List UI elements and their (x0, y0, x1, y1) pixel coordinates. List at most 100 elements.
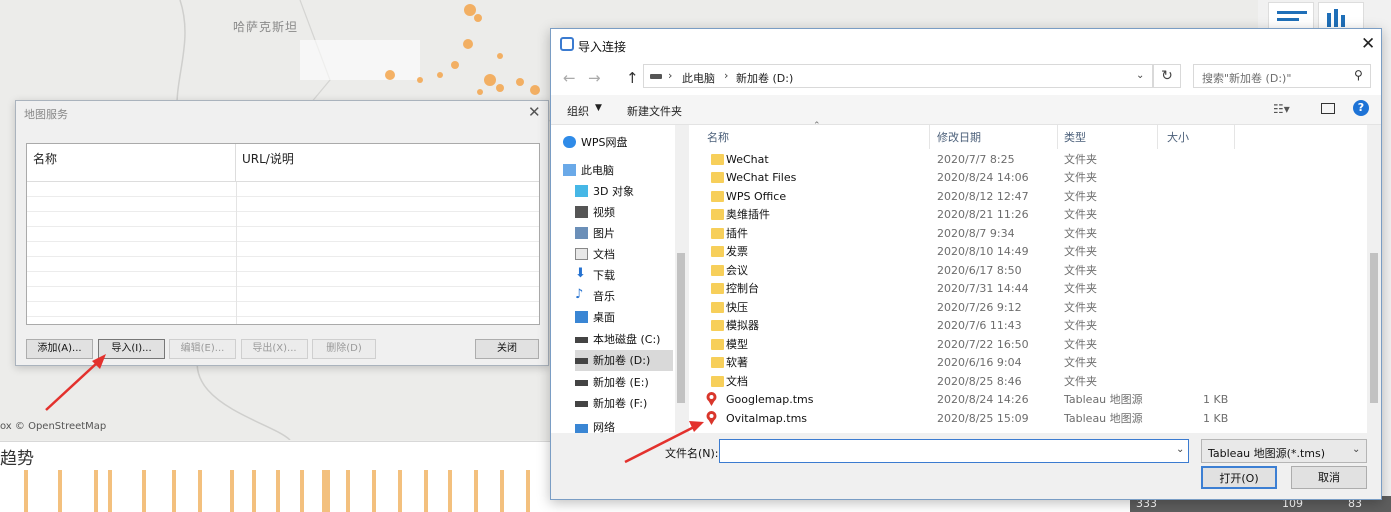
folder-icon (711, 191, 724, 202)
nav-item-documents[interactable]: 文档 (575, 244, 685, 265)
add-button[interactable]: 添加(A)... (26, 339, 93, 359)
nav-item-drive-d[interactable]: 新加卷 (D:) (575, 350, 673, 371)
table-row (27, 272, 539, 287)
column-header-url[interactable]: URL/说明 (236, 144, 539, 182)
map-services-table[interactable]: 名称 URL/说明 (26, 143, 540, 325)
file-date: 2020/8/10 14:49 (937, 245, 1029, 258)
file-type-value: Tableau 地图源(*.tms) (1208, 447, 1325, 460)
file-row[interactable]: Googlemap.tms 2020/8/24 14:26 Tableau 地图源 1… (705, 391, 1305, 409)
column-header-type[interactable]: 类型 (1064, 129, 1086, 145)
nav-item-desktop[interactable]: 桌面 (575, 307, 685, 328)
help-icon[interactable]: ? (1353, 100, 1369, 116)
trend-bar (500, 470, 504, 512)
chevron-down-icon[interactable]: ⌄ (1352, 444, 1360, 455)
column-divider[interactable] (929, 125, 930, 149)
forward-arrow-icon[interactable]: → (588, 69, 601, 87)
nav-item-downloads[interactable]: ⬇ 下载 (575, 265, 685, 286)
table-row (27, 242, 539, 257)
new-folder-button[interactable]: 新建文件夹 (627, 103, 682, 119)
caret-down-icon[interactable]: ▼ (595, 103, 602, 113)
nav-item-videos[interactable]: 视频 (575, 202, 685, 223)
file-row[interactable]: 会议 2020/6/17 8:50 文件夹 (705, 262, 1305, 280)
folder-icon (711, 209, 724, 220)
search-input[interactable]: 搜索"新加卷 (D:)" (1193, 64, 1371, 88)
nav-item-label: 文档 (593, 248, 615, 261)
file-row[interactable]: 插件 2020/8/7 9:34 文件夹 (705, 225, 1305, 243)
search-icon[interactable]: ⚲ (1354, 68, 1363, 82)
nav-item-3d-objects[interactable]: 3D 对象 (575, 181, 685, 202)
file-row[interactable]: WPS Office 2020/8/12 12:47 文件夹 (705, 188, 1305, 206)
trend-bar (24, 470, 28, 512)
cancel-button[interactable]: 取消 (1291, 466, 1367, 489)
column-divider[interactable] (1234, 125, 1235, 149)
file-row[interactable]: WeChat Files 2020/8/24 14:06 文件夹 (705, 169, 1305, 187)
view-options-icon[interactable]: ☷▾ (1273, 102, 1290, 116)
file-row[interactable]: 快压 2020/7/26 9:12 文件夹 (705, 299, 1305, 317)
export-button[interactable]: 导出(X)... (241, 339, 308, 359)
nav-item-drive-c[interactable]: 本地磁盘 (C:) (575, 329, 685, 350)
close-button[interactable]: 关闭 (475, 339, 539, 359)
filename-input[interactable]: ⌄ (719, 439, 1189, 463)
back-arrow-icon[interactable]: ← (563, 69, 576, 87)
file-row[interactable]: Ovitalmap.tms 2020/8/25 15:09 Tableau 地图源 1… (705, 410, 1305, 428)
file-date: 2020/8/25 15:09 (937, 412, 1029, 425)
file-row[interactable]: 发票 2020/8/10 14:49 文件夹 (705, 243, 1305, 261)
chevron-down-icon[interactable]: ⌄ (1176, 444, 1184, 455)
file-date: 2020/7/6 11:43 (937, 319, 1022, 332)
file-type: 文件夹 (1064, 153, 1097, 166)
file-row[interactable]: WeChat 2020/7/7 8:25 文件夹 (705, 151, 1305, 169)
chart-type-icon[interactable] (1318, 2, 1364, 30)
nav-item-label: 新加卷 (E:) (593, 376, 649, 389)
breadcrumb-drive-d[interactable]: 新加卷 (D:) (736, 70, 793, 86)
nav-item-wps-cloud[interactable]: WPS网盘 (563, 132, 685, 153)
nav-item-network[interactable]: 网络 (575, 421, 673, 433)
file-row[interactable]: 模型 2020/7/22 16:50 文件夹 (705, 336, 1305, 354)
address-bar[interactable]: › 此电脑 › 新加卷 (D:) ⌄ (643, 64, 1153, 88)
file-row[interactable]: 奥维插件 2020/8/21 11:26 文件夹 (705, 206, 1305, 224)
refresh-icon[interactable]: ↻ (1153, 64, 1181, 88)
close-icon[interactable]: ✕ (528, 103, 541, 121)
close-icon[interactable]: ✕ (1361, 34, 1375, 54)
nav-item-label: 桌面 (593, 311, 615, 324)
map-country-label: 哈萨克斯坦 (233, 20, 299, 34)
file-row[interactable]: 模拟器 2020/7/6 11:43 文件夹 (705, 317, 1305, 335)
map-services-dialog: 地图服务 ✕ 名称 URL/说明 添加(A)... 导入(I)... 编辑(E)… (15, 100, 549, 366)
delete-button[interactable]: 删除(D) (312, 339, 376, 359)
edit-button[interactable]: 编辑(E)... (169, 339, 236, 359)
file-size: 1 KB (1203, 393, 1229, 406)
nav-item-drive-e[interactable]: 新加卷 (E:) (575, 372, 673, 393)
organize-menu[interactable]: 组织 (567, 103, 589, 119)
preview-pane-icon[interactable] (1321, 103, 1335, 114)
column-divider[interactable] (1057, 125, 1058, 149)
map-data-points[interactable] (380, 0, 550, 100)
file-row[interactable]: 控制台 2020/7/31 14:44 文件夹 (705, 280, 1305, 298)
import-button[interactable]: 导入(I)... (98, 339, 165, 359)
nav-item-drive-f[interactable]: 新加卷 (F:) (575, 393, 673, 414)
nav-item-pictures[interactable]: 图片 (575, 223, 685, 244)
trend-bar (372, 470, 376, 512)
chevron-down-icon[interactable]: ⌄ (1136, 70, 1144, 81)
connection-icon (560, 37, 574, 51)
breadcrumb-separator: › (724, 69, 729, 82)
file-name: 奥维插件 (726, 208, 770, 221)
trend-bar (424, 470, 428, 512)
chart-type-icon[interactable] (1268, 2, 1314, 30)
file-row[interactable]: 文档 2020/8/25 8:46 文件夹 (705, 373, 1305, 391)
column-header-name[interactable]: 名称 (27, 144, 236, 182)
file-list-scrollbar[interactable] (1367, 125, 1381, 433)
picture-icon (575, 227, 588, 239)
nav-item-label: 音乐 (593, 290, 615, 303)
file-row[interactable]: 软著 2020/6/16 9:04 文件夹 (705, 354, 1305, 372)
nav-item-this-pc[interactable]: 此电脑 (563, 160, 685, 181)
table-row (27, 287, 539, 302)
up-arrow-icon[interactable]: ↑ (626, 69, 639, 87)
nav-item-music[interactable]: ♪ 音乐 (575, 286, 685, 307)
column-header-size[interactable]: 大小 (1167, 129, 1189, 145)
file-type: 文件夹 (1064, 356, 1097, 369)
open-button[interactable]: 打开(O) (1201, 466, 1277, 489)
column-divider[interactable] (1157, 125, 1158, 149)
file-type-select[interactable]: Tableau 地图源(*.tms) ⌄ (1201, 439, 1367, 463)
column-header-name[interactable]: 名称 (707, 129, 729, 145)
breadcrumb-this-pc[interactable]: 此电脑 (682, 70, 715, 86)
column-header-date[interactable]: 修改日期 (937, 129, 981, 145)
